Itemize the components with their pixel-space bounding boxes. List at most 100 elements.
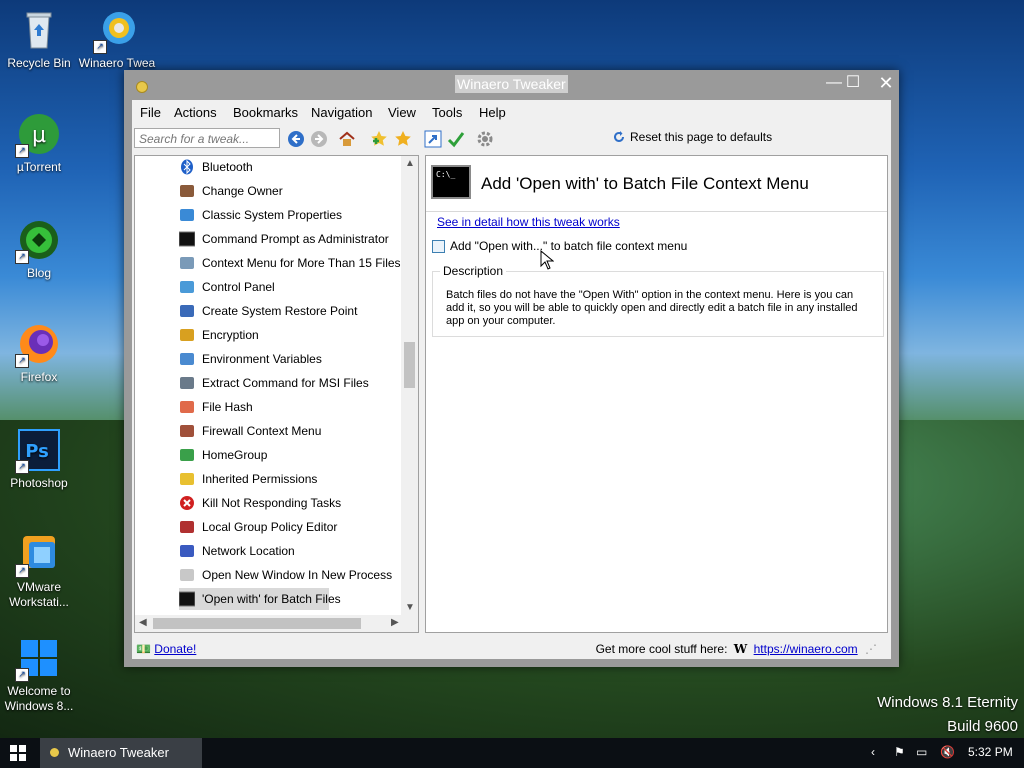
taskbar-app-label: Winaero Tweaker xyxy=(68,745,169,760)
forward-icon[interactable] xyxy=(310,130,328,148)
desktop-icon-firefox[interactable]: ↗ Firefox xyxy=(0,322,78,385)
reset-page-button[interactable]: Reset this page to defaults xyxy=(612,130,772,144)
back-icon[interactable] xyxy=(287,130,305,148)
tree-item-label: Context Menu for More Than 15 Files xyxy=(202,256,401,270)
policy-icon xyxy=(179,519,195,535)
desktop-icon-blog[interactable]: ↗ Blog xyxy=(0,218,78,281)
tree-item-label: Change Owner xyxy=(202,184,283,198)
home-icon[interactable] xyxy=(338,130,356,148)
donate-area: 💵 Donate! xyxy=(136,642,196,656)
scroll-up-icon[interactable]: ▲ xyxy=(405,158,415,169)
desktop-icon-vmware[interactable]: ↗ VMware Workstati... xyxy=(0,532,78,610)
tree-item[interactable]: Context Menu for More Than 15 Files xyxy=(179,252,401,274)
scroll-down-icon[interactable]: ▼ xyxy=(405,602,415,613)
shortcut-arrow-icon: ↗ xyxy=(15,144,29,158)
open-with-checkbox-label[interactable]: Add "Open with..." to batch file context… xyxy=(450,239,687,253)
tree-item[interactable]: Bluetooth xyxy=(179,156,399,178)
tree-item[interactable]: Inherited Permissions xyxy=(179,468,399,490)
tree-item[interactable]: Encryption xyxy=(179,324,399,346)
description-group: Description Batch files do not have the … xyxy=(432,264,884,337)
action-center-icon[interactable]: ⚑ xyxy=(894,745,905,759)
add-bookmark-icon[interactable] xyxy=(370,130,388,148)
menu-bookmarks[interactable]: Bookmarks xyxy=(233,105,298,120)
tree-item[interactable]: Command Prompt as Administrator xyxy=(178,228,399,250)
tree-horizontal-scrollbar[interactable]: ◀ ▶ xyxy=(135,615,418,632)
desktop-icon-recycle-bin[interactable]: Recycle Bin xyxy=(0,8,78,71)
tree-item-label: Command Prompt as Administrator xyxy=(202,232,389,246)
show-hidden-icons[interactable]: ‹ xyxy=(871,745,875,759)
menu-file[interactable]: File xyxy=(140,105,161,120)
tree-item-label: Inherited Permissions xyxy=(202,472,318,486)
tree-item[interactable]: Environment Variables xyxy=(179,348,399,370)
tree-item[interactable]: Open New Window In New Process xyxy=(179,564,399,586)
menu-navigation[interactable]: Navigation xyxy=(311,105,372,120)
tree-item[interactable]: Local Group Policy Editor xyxy=(179,516,399,538)
scroll-right-icon[interactable]: ▶ xyxy=(391,617,399,628)
tree-item[interactable]: Classic System Properties xyxy=(179,204,399,226)
tree-item[interactable]: Network Location xyxy=(179,540,399,562)
maximize-button[interactable]: ☐ xyxy=(836,70,870,98)
os-watermark-edition: Windows 8.1 Eternity xyxy=(877,694,1018,711)
start-button[interactable] xyxy=(10,745,26,761)
tree-item[interactable]: Firewall Context Menu xyxy=(179,420,399,442)
resize-grip-icon[interactable]: ⋰ xyxy=(865,642,877,656)
blog-icon: ↗ xyxy=(15,218,61,264)
scroll-left-icon[interactable]: ◀ xyxy=(139,617,147,628)
shortcut-icon[interactable] xyxy=(424,130,442,148)
tree-item[interactable]: HomeGroup xyxy=(179,444,399,466)
panel-header: C:\_ Add 'Open with' to Batch File Conte… xyxy=(426,156,887,212)
menu-actions[interactable]: Actions xyxy=(174,105,217,120)
settings-icon[interactable] xyxy=(476,130,494,148)
tweak-details-link[interactable]: See in detail how this tweak works xyxy=(437,215,620,229)
taskbar-app-winaero[interactable]: Winaero Tweaker xyxy=(40,738,202,768)
network-icon[interactable]: ▭ xyxy=(916,745,927,759)
search-input[interactable]: Search for a tweak... xyxy=(134,128,280,148)
reset-label: Reset this page to defaults xyxy=(630,130,773,144)
winaero-url-link[interactable]: https://winaero.com xyxy=(754,642,858,656)
tree-item-label: Bluetooth xyxy=(202,160,253,174)
tree-vertical-scrollbar[interactable]: ▲ ▼ xyxy=(401,156,418,616)
desktop-icon-welcome[interactable]: ↗ Welcome to Windows 8... xyxy=(0,636,78,714)
tree-item[interactable]: Create System Restore Point xyxy=(179,300,399,322)
tree-item-label: Create System Restore Point xyxy=(202,304,358,318)
desktop-icon-photoshop[interactable]: Ps ↗ Photoshop xyxy=(0,428,78,491)
scroll-thumb[interactable] xyxy=(153,618,361,629)
title-bar[interactable]: Winaero Tweaker — ☐ ✕ xyxy=(124,70,899,100)
desktop-icon-winaero[interactable]: ↗ Winaero Twea xyxy=(78,8,156,71)
vmware-icon: ↗ xyxy=(15,532,61,578)
volume-muted-icon[interactable]: 🔇 xyxy=(940,745,955,759)
homegroup-icon xyxy=(179,447,195,463)
scroll-thumb[interactable] xyxy=(404,342,415,388)
menu-tools[interactable]: Tools xyxy=(432,105,462,120)
desktop-icon-label: Firefox xyxy=(20,370,58,384)
tree-item[interactable]: Change Owner xyxy=(179,180,399,202)
tree-item-label: Control Panel xyxy=(202,280,275,294)
cmd-icon xyxy=(178,591,196,607)
menu-view[interactable]: View xyxy=(388,105,416,120)
desktop-icon-utorrent[interactable]: µ ↗ µTorrent xyxy=(0,112,78,175)
shortcut-arrow-icon: ↗ xyxy=(15,354,29,368)
tree-item[interactable]: Extract Command for MSI Files xyxy=(179,372,399,394)
shortcut-arrow-icon: ↗ xyxy=(15,564,29,578)
apply-icon[interactable] xyxy=(447,130,465,148)
donate-link[interactable]: Donate! xyxy=(154,642,196,656)
shortcut-arrow-icon: ↗ xyxy=(15,460,29,474)
clock[interactable]: 5:32 PM xyxy=(968,745,1013,759)
shortcut-arrow-icon: ↗ xyxy=(93,40,107,54)
taskbar: Winaero Tweaker ‹ ⚑ ▭ 🔇 5:32 PM xyxy=(0,738,1024,768)
tweak-tree[interactable]: Bluetooth Change Owner Classic System Prop… xyxy=(134,155,419,633)
tree-item[interactable]: Control Panel xyxy=(179,276,399,298)
menu-help[interactable]: Help xyxy=(479,105,506,120)
firewall-icon xyxy=(179,423,195,439)
winaero-logo-icon: W xyxy=(733,642,748,656)
bookmarks-icon[interactable] xyxy=(394,130,412,148)
app-icon xyxy=(136,81,148,93)
open-with-checkbox[interactable] xyxy=(432,240,445,253)
tree-item[interactable]: File Hash xyxy=(179,396,399,418)
tree-item[interactable]: Kill Not Responding Tasks xyxy=(179,492,399,514)
close-button[interactable]: ✕ xyxy=(869,70,903,98)
command-prompt-icon: C:\_ xyxy=(431,165,471,199)
tree-item-label: HomeGroup xyxy=(202,448,268,462)
tree-item[interactable]: 'Open with' for Batch Files xyxy=(178,588,341,610)
control-panel-icon xyxy=(179,279,195,295)
